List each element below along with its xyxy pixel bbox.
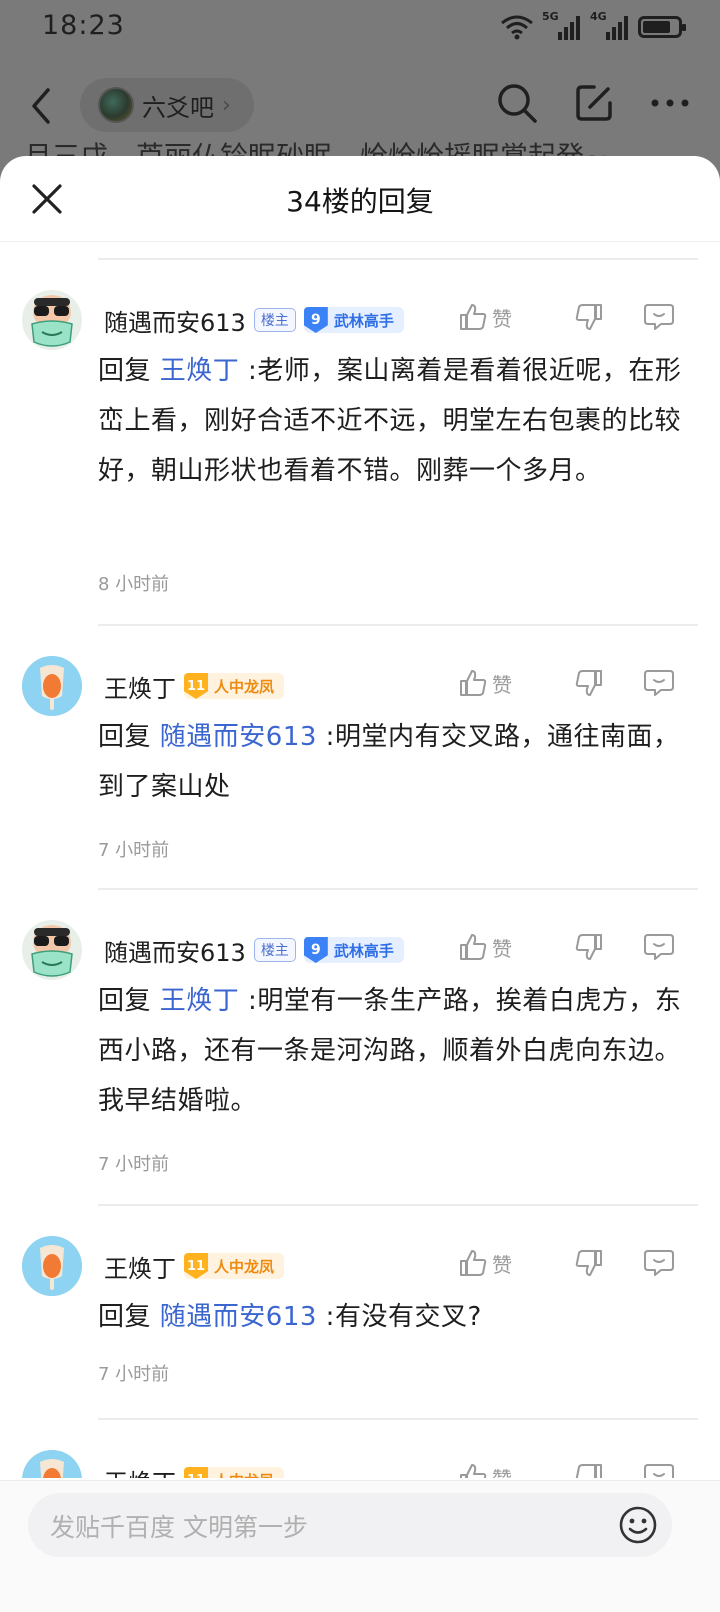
divider [98,1418,698,1420]
sheet-header: 34楼的回复 [0,156,720,242]
input-placeholder: 发贴千百度 文明第一步 [50,1513,308,1542]
status-time: 18:23 [42,10,125,41]
dislike-button[interactable] [554,1248,624,1278]
chat-bubble-icon [644,304,674,330]
chevron-right-icon: › [222,92,231,118]
like-button[interactable]: 赞 [458,302,554,332]
avatar-image [22,290,82,350]
top-nav: 六爻吧 › [0,72,720,138]
comment-text: 回复 随遇而安613 :明堂内有交叉路，通往南面，到了案山处 [98,722,680,802]
comment-input-bar: 发贴千百度 文明第一步 [0,1480,720,1612]
level-badge: 11人中龙凤 [184,1467,285,1478]
dislike-button[interactable] [554,302,624,332]
avatar[interactable] [22,920,82,980]
timestamp: 7 小时前 [98,1154,170,1175]
reply-button[interactable] [624,1248,694,1278]
divider [98,258,698,260]
avatar[interactable] [22,656,82,716]
timestamp: 7 小时前 [98,840,170,861]
list-item: 随遇而安613 楼主 9 武林高手 赞 回复 王焕丁 :老师，案山离着是看着很近呢… [0,288,720,608]
thumbs-up-icon [460,934,487,960]
dislike-button[interactable] [554,932,624,962]
battery-icon [638,16,686,38]
list-item: 王焕丁 11 人中龙凤 赞 回复 随遇而安613 :明堂内有交叉路，通往南面，到了… [0,654,720,874]
divider [98,1204,698,1206]
like-button[interactable]: 赞 [458,1462,554,1478]
username[interactable]: 王焕丁 [104,1249,176,1284]
avatar[interactable] [22,290,82,350]
mention-link[interactable]: 随遇而安613 [160,722,317,752]
mention-link[interactable]: 王焕丁 [160,356,240,386]
timestamp: 7 小时前 [98,1364,170,1385]
thumbs-down-icon [575,1250,602,1276]
signal-4g-icon: 4G [590,10,630,40]
mention-link[interactable]: 王焕丁 [160,986,240,1016]
username[interactable]: 王焕丁 [104,1463,176,1479]
reply-button[interactable] [624,302,694,332]
reply-button[interactable] [624,1462,694,1478]
owner-tag: 楼主 [253,308,296,332]
thumbs-down-icon [575,934,602,960]
thumbs-up-icon [460,1250,487,1276]
divider [98,888,698,890]
divider [98,624,698,626]
username[interactable]: 随遇而安613 [104,303,246,338]
thumbs-up-icon [460,1464,487,1478]
wifi-icon [501,15,533,40]
edit-icon[interactable] [574,83,614,123]
list-item: 王焕丁 11人中龙凤 赞 [0,1448,720,1478]
avatar-image [22,656,82,716]
username[interactable]: 随遇而安613 [104,933,246,968]
chat-bubble-icon [644,1250,674,1276]
comment-text: 回复 随遇而安613 :有没有交叉? [98,1302,482,1332]
avatar-image [22,1450,82,1478]
status-bar: 18:23 5G 4G [0,0,720,54]
like-button[interactable]: 赞 [458,1248,554,1278]
list-item: 王焕丁 11 人中龙凤 赞 回复 随遇而安613 :有没有交叉? 7 小时前 [0,1234,720,1414]
dislike-button[interactable] [554,668,624,698]
avatar[interactable] [22,1236,82,1296]
level-badge: 9 武林高手 [303,937,404,963]
forum-name: 六爻吧 [142,93,214,122]
chat-bubble-icon [644,934,674,960]
chat-bubble-icon [644,670,674,696]
comment-text: 回复 王焕丁 :明堂有一条生产路，挨着白虎方，东西小路，还有一条是河沟路，顺着外… [98,986,682,1116]
mention-link[interactable]: 随遇而安613 [160,1302,317,1332]
like-button[interactable]: 赞 [458,668,554,698]
timestamp: 8 小时前 [98,574,170,595]
reply-button[interactable] [624,932,694,962]
forum-avatar [98,87,134,123]
reply-button[interactable] [624,668,694,698]
level-badge: 9 武林高手 [303,307,404,333]
username[interactable]: 王焕丁 [104,669,176,704]
sheet-title: 34楼的回复 [286,185,434,218]
thumbs-down-icon [575,304,602,330]
comment-text: 回复 王焕丁 :老师，案山离着是看着很近呢，在形峦上看，刚好合适不近不远，明堂左… [98,356,682,486]
owner-tag: 楼主 [253,938,296,962]
thumbs-down-icon [575,670,602,696]
avatar-image [22,920,82,980]
thumbs-down-icon [575,1464,602,1478]
forum-pill[interactable]: 六爻吧 › [80,78,254,132]
avatar-image [22,1236,82,1296]
status-icons: 5G 4G [500,10,686,42]
search-icon[interactable] [496,82,538,124]
level-badge: 11人中龙凤 [184,1253,285,1279]
level-badge: 11人中龙凤 [184,673,285,699]
chat-bubble-icon [644,1464,674,1478]
like-button[interactable]: 赞 [458,932,554,962]
reply-list[interactable]: 随遇而安613 楼主 9 武林高手 赞 回复 王焕丁 :老师，案山离着是看着很近呢… [0,242,720,1478]
thumbs-up-icon [460,670,487,696]
signal-5g-icon: 5G [542,10,582,40]
avatar[interactable] [22,1450,82,1478]
reply-sheet: 34楼的回复 随遇而安613 楼主 9 武林高手 赞 回复 王焕丁:老师，案山… [0,156,720,1612]
emoji-icon[interactable] [618,1505,658,1545]
comment-input[interactable]: 发贴千百度 文明第一步 [28,1493,672,1557]
list-item: 随遇而安613 楼主 9 武林高手 赞 回复 王焕丁 :明堂有一条生产路，挨着白虎… [0,918,720,1198]
more-icon[interactable] [650,98,690,108]
dislike-button[interactable] [554,1462,624,1478]
thumbs-up-icon [460,304,487,330]
back-arrow-icon[interactable] [28,86,54,126]
